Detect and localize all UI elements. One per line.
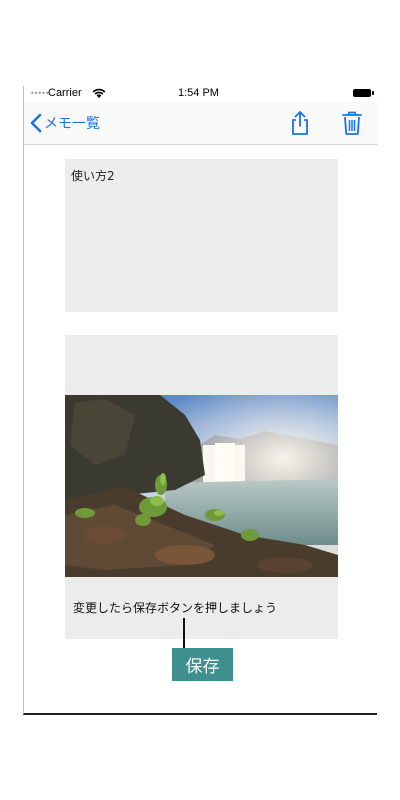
trash-icon[interactable] (340, 110, 364, 136)
memo-caption: 変更したら保存ボタンを押しましょう (73, 601, 278, 615)
chevron-left-icon (30, 113, 42, 133)
phone-screen: ••••• Carrier 1:54 PM メモ一覧 使い方2 変更したら保存ボ… (23, 86, 378, 715)
waterfall-photo (65, 395, 338, 577)
signal-icon: ••••• (30, 89, 50, 98)
navigation-bar: メモ一覧 (24, 102, 378, 145)
clock: 1:54 PM (178, 87, 219, 99)
back-button[interactable]: メモ一覧 (30, 112, 100, 134)
callout-line (183, 618, 185, 648)
back-label: メモ一覧 (44, 116, 100, 132)
carrier-name: Carrier (48, 87, 82, 99)
memo-image-card[interactable]: 変更したら保存ボタンを押しましょう (65, 335, 338, 639)
save-button[interactable]: 保存 (172, 648, 233, 681)
battery-icon (353, 89, 374, 97)
share-icon[interactable] (288, 110, 312, 136)
status-bar: ••••• Carrier 1:54 PM (24, 86, 378, 102)
memo-title: 使い方2 (71, 169, 115, 183)
wifi-icon (92, 88, 106, 98)
memo-title-card[interactable]: 使い方2 (65, 159, 338, 312)
